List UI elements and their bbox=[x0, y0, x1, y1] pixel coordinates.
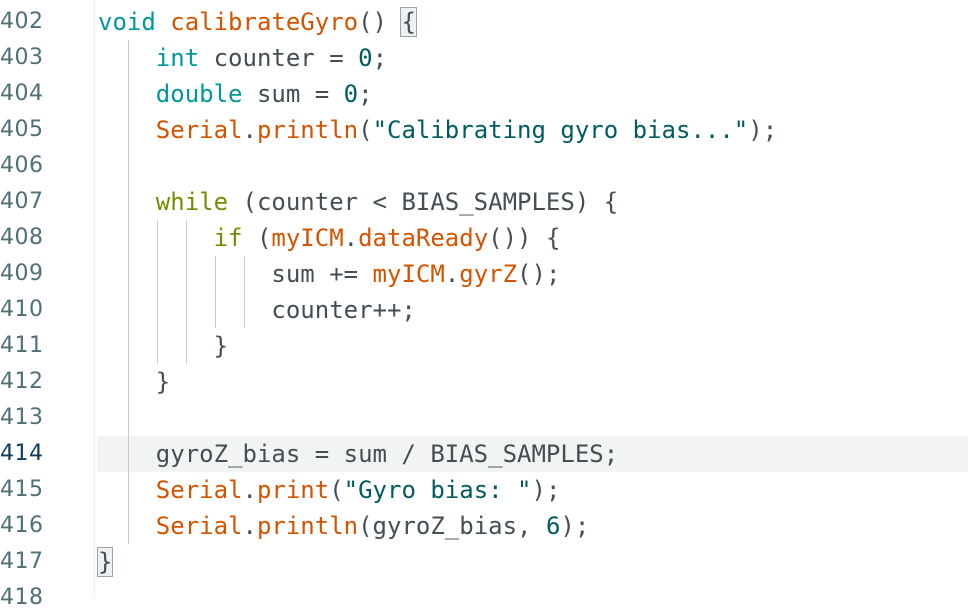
indent-guide-if bbox=[215, 256, 216, 328]
code-token: Serial bbox=[155, 476, 243, 504]
code-token: 0 bbox=[343, 80, 359, 108]
matched-brace: { bbox=[400, 7, 417, 37]
code-token: println bbox=[256, 116, 359, 144]
code-token: (); bbox=[517, 260, 561, 288]
code-token: sum = bbox=[242, 80, 344, 108]
line-number: 405 bbox=[0, 117, 44, 142]
line-number: 404 bbox=[0, 81, 44, 106]
code-line[interactable]: double sum = 0; bbox=[98, 76, 373, 112]
line-number: 416 bbox=[0, 513, 44, 538]
line-number: 414 bbox=[0, 441, 44, 466]
line-number: 402 bbox=[0, 9, 44, 34]
indent-guide-if-inner bbox=[244, 256, 245, 328]
code-token: . bbox=[242, 476, 257, 504]
line-number: 410 bbox=[0, 297, 44, 322]
code-token: dataReady bbox=[358, 224, 489, 252]
code-line[interactable]: counter++; bbox=[98, 292, 416, 328]
code-token: calibrateGyro bbox=[170, 8, 359, 36]
code-line[interactable]: } bbox=[98, 364, 170, 400]
line-number: 406 bbox=[0, 153, 44, 178]
code-line[interactable]: if (myICM.dataReady()) { bbox=[98, 220, 561, 256]
code-token: counter++; bbox=[98, 296, 416, 324]
code-line[interactable]: Serial.println("Calibrating gyro bias...… bbox=[98, 112, 777, 148]
code-token: counter = bbox=[199, 44, 359, 72]
line-number: 407 bbox=[0, 189, 44, 214]
code-line[interactable]: sum += myICM.gyrZ(); bbox=[98, 256, 560, 292]
line-number: 418 bbox=[0, 585, 44, 610]
line-number: 408 bbox=[0, 225, 44, 250]
code-token: print bbox=[256, 476, 330, 504]
code-line[interactable]: Serial.print("Gyro bias: "); bbox=[98, 472, 561, 508]
code-token: . bbox=[343, 224, 359, 252]
code-token: } bbox=[98, 368, 171, 396]
code-line[interactable]: void calibrateGyro() { bbox=[98, 4, 417, 40]
code-token: int bbox=[155, 44, 200, 72]
code-token: Serial bbox=[155, 512, 243, 540]
line-number: 412 bbox=[0, 369, 44, 394]
matched-brace: } bbox=[96, 547, 114, 577]
indent-guide-while-inner bbox=[186, 220, 187, 364]
code-line[interactable]: } bbox=[96, 544, 114, 580]
indent-guide-function bbox=[128, 40, 129, 544]
code-token: sum += bbox=[98, 260, 373, 288]
code-token: ( bbox=[329, 476, 344, 504]
code-token: double bbox=[155, 80, 243, 108]
code-token: ; bbox=[358, 80, 373, 108]
code-line[interactable]: gyroZ_bias = sum / BIAS_SAMPLES; bbox=[98, 436, 618, 472]
code-token: (counter < BIAS_SAMPLES) { bbox=[228, 188, 619, 216]
line-number: 409 bbox=[0, 261, 44, 286]
code-line[interactable]: int counter = 0; bbox=[98, 40, 387, 76]
code-token: ); bbox=[560, 512, 590, 540]
code-token: ( bbox=[242, 224, 272, 252]
code-token: myICM bbox=[372, 260, 445, 288]
line-number: 415 bbox=[0, 477, 44, 502]
code-token: void bbox=[98, 8, 156, 36]
code-token: "Gyro bias: " bbox=[343, 476, 532, 504]
code-token: ()) { bbox=[488, 224, 561, 252]
code-token: ); bbox=[531, 476, 561, 504]
code-token: Serial bbox=[155, 116, 243, 144]
code-token: ( bbox=[358, 116, 373, 144]
code-token: (gyroZ_bias, bbox=[358, 512, 546, 540]
code-line[interactable]: } bbox=[98, 328, 228, 364]
code-token: gyroZ_bias = sum / BIAS_SAMPLES; bbox=[98, 440, 619, 468]
code-token: ); bbox=[748, 116, 778, 144]
code-token: ; bbox=[372, 44, 388, 72]
code-token: () bbox=[358, 8, 402, 36]
line-number: 403 bbox=[0, 45, 44, 70]
line-number: 417 bbox=[0, 549, 44, 574]
code-token: while bbox=[155, 188, 229, 216]
indent-guide-while bbox=[157, 220, 158, 364]
code-token: 0 bbox=[358, 44, 373, 72]
line-number: 411 bbox=[0, 333, 44, 358]
code-token: . bbox=[444, 260, 460, 288]
line-number: 413 bbox=[0, 405, 44, 430]
code-token: . bbox=[242, 512, 257, 540]
code-token: } bbox=[98, 332, 229, 360]
code-editor[interactable]: 402 void calibrateGyro() {403 int counter… bbox=[0, 0, 968, 610]
code-token: myICM bbox=[271, 224, 344, 252]
code-token: println bbox=[256, 512, 359, 540]
code-line[interactable]: Serial.println(gyroZ_bias, 6); bbox=[98, 508, 590, 544]
code-token: 6 bbox=[545, 512, 561, 540]
code-token: if bbox=[213, 224, 243, 252]
code-line[interactable]: while (counter < BIAS_SAMPLES) { bbox=[98, 184, 618, 220]
gutter-separator bbox=[94, 0, 95, 598]
code-token: "Calibrating gyro bias..." bbox=[372, 116, 749, 144]
code-token: . bbox=[242, 116, 257, 144]
code-token: gyrZ bbox=[459, 260, 518, 288]
